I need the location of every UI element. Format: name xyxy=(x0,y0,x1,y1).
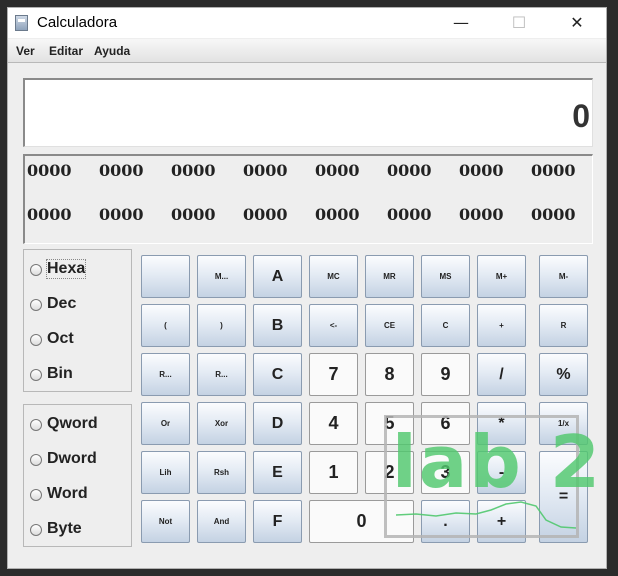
digit-2-button[interactable]: 2 xyxy=(365,451,414,494)
hex-b-button[interactable]: B xyxy=(253,304,302,347)
calculator-window: Calculadora — ☐ ✕ Ver Editar Ayuda 0 000… xyxy=(7,7,607,569)
radio-circle[interactable] xyxy=(30,419,42,431)
bit-group: 0000 xyxy=(315,161,360,180)
add-button[interactable]: + xyxy=(477,500,526,543)
bit-group: 0000 xyxy=(243,161,288,180)
divide-button[interactable]: / xyxy=(477,353,526,396)
decimal-button[interactable]: . xyxy=(421,500,470,543)
calculator-app-icon xyxy=(15,15,28,31)
memory-recall-button[interactable]: MR xyxy=(365,255,414,298)
minimize-button[interactable]: — xyxy=(438,8,484,38)
rotate-left-button[interactable]: R... xyxy=(141,353,190,396)
reciprocal-button[interactable]: 1/x xyxy=(539,402,588,445)
close-button[interactable]: ✕ xyxy=(554,8,600,38)
window-title: Calculadora xyxy=(37,14,118,31)
radio-label: Oct xyxy=(47,330,74,347)
percent-button[interactable]: % xyxy=(539,353,588,396)
bit-group: 0000 xyxy=(99,205,144,224)
word-size-radio-group: Qword Dword Word Byte xyxy=(23,404,132,547)
digit-4-button[interactable]: 4 xyxy=(309,402,358,445)
memory-add-button[interactable]: M+ xyxy=(477,255,526,298)
close-paren-button[interactable]: ) xyxy=(197,304,246,347)
digit-6-button[interactable]: 6 xyxy=(421,402,470,445)
radio-circle[interactable] xyxy=(30,489,42,501)
memory-store-button[interactable]: MS xyxy=(421,255,470,298)
binary-bits-panel: 0000 0000 0000 0000 0000 0000 0000 0000 … xyxy=(23,154,593,244)
plus-minus-button[interactable]: + xyxy=(477,304,526,347)
sqrt-button[interactable]: R xyxy=(539,304,588,347)
blank-button[interactable] xyxy=(141,255,190,298)
bit-group: 0000 xyxy=(27,161,72,180)
bit-group: 0000 xyxy=(387,205,432,224)
radio-circle[interactable] xyxy=(30,524,42,536)
radio-label: Byte xyxy=(47,520,82,537)
clear-button[interactable]: C xyxy=(421,304,470,347)
hex-d-button[interactable]: D xyxy=(253,402,302,445)
display-value: 0 xyxy=(572,98,590,134)
result-display: 0 xyxy=(23,78,593,147)
hex-c-button[interactable]: C xyxy=(253,353,302,396)
digit-8-button[interactable]: 8 xyxy=(365,353,414,396)
bit-group: 0000 xyxy=(27,205,72,224)
radio-circle[interactable] xyxy=(30,299,42,311)
radio-label: Hexa xyxy=(45,259,87,279)
equals-button[interactable]: = xyxy=(539,451,588,543)
and-button[interactable]: And xyxy=(197,500,246,543)
bit-group: 0000 xyxy=(243,205,288,224)
bit-group: 0000 xyxy=(531,161,576,180)
menu-editar[interactable]: Editar xyxy=(49,44,83,58)
radio-label: Qword xyxy=(47,415,98,432)
radio-circle[interactable] xyxy=(30,264,42,276)
hex-e-button[interactable]: E xyxy=(253,451,302,494)
radio-circle[interactable] xyxy=(30,454,42,466)
memory-clear-button[interactable]: MC xyxy=(309,255,358,298)
memory-subtract-button[interactable]: M- xyxy=(539,255,588,298)
maximize-button[interactable]: ☐ xyxy=(496,8,542,38)
radio-label: Dec xyxy=(47,295,77,312)
open-paren-button[interactable]: ( xyxy=(141,304,190,347)
digit-3-button[interactable]: 3 xyxy=(421,451,470,494)
digit-1-button[interactable]: 1 xyxy=(309,451,358,494)
hex-a-button[interactable]: A xyxy=(253,255,302,298)
base-radio-group: Hexa Dec Oct Bin xyxy=(23,249,132,392)
bit-group: 0000 xyxy=(459,205,504,224)
clear-entry-button[interactable]: CE xyxy=(365,304,414,347)
bit-group: 0000 xyxy=(531,205,576,224)
subtract-button[interactable]: - xyxy=(477,451,526,494)
digit-7-button[interactable]: 7 xyxy=(309,353,358,396)
radio-circle[interactable] xyxy=(30,334,42,346)
left-shift-button[interactable]: Lih xyxy=(141,451,190,494)
xor-button[interactable]: Xor xyxy=(197,402,246,445)
multiply-button[interactable]: * xyxy=(477,402,526,445)
radio-label: Bin xyxy=(47,365,73,382)
backspace-button[interactable]: <- xyxy=(309,304,358,347)
menu-ayuda[interactable]: Ayuda xyxy=(94,44,130,58)
bit-group: 0000 xyxy=(171,161,216,180)
bit-group: 0000 xyxy=(315,205,360,224)
menu-bar: Ver Editar Ayuda xyxy=(8,39,606,63)
radio-label: Word xyxy=(47,485,88,502)
digit-5-button[interactable]: 5 xyxy=(365,402,414,445)
menu-ver[interactable]: Ver xyxy=(16,44,35,58)
not-button[interactable]: Not xyxy=(141,500,190,543)
radio-circle[interactable] xyxy=(30,369,42,381)
bit-group: 0000 xyxy=(99,161,144,180)
bit-group: 0000 xyxy=(171,205,216,224)
bit-group: 0000 xyxy=(387,161,432,180)
right-shift-button[interactable]: Rsh xyxy=(197,451,246,494)
digit-9-button[interactable]: 9 xyxy=(421,353,470,396)
radio-label: Dword xyxy=(47,450,97,467)
digit-0-button[interactable]: 0 xyxy=(309,500,414,543)
hex-f-button[interactable]: F xyxy=(253,500,302,543)
title-bar: Calculadora — ☐ ✕ xyxy=(8,8,606,38)
mod-button[interactable]: M... xyxy=(197,255,246,298)
or-button[interactable]: Or xyxy=(141,402,190,445)
bit-group: 0000 xyxy=(459,161,504,180)
rotate-right-button[interactable]: R... xyxy=(197,353,246,396)
